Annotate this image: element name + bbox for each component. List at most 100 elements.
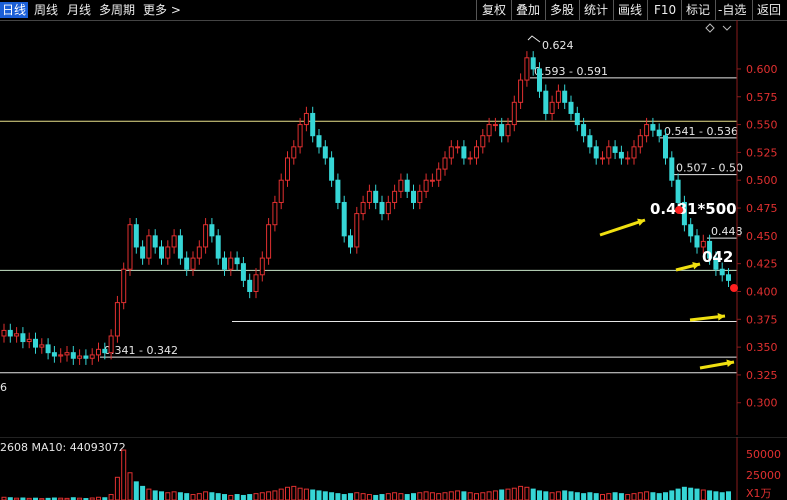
- volume-bar: [492, 490, 498, 500]
- volume-bar: [266, 491, 272, 500]
- diamond-icon[interactable]: [705, 23, 715, 33]
- volume-bar: [133, 481, 139, 500]
- y-tick-label: 0.300: [746, 397, 778, 410]
- candle-body: [14, 333, 20, 337]
- candle-body: [291, 146, 297, 159]
- candle-body: [505, 124, 511, 137]
- candle-body: [89, 354, 95, 359]
- candle-body: [600, 157, 605, 160]
- volume-bar: [114, 476, 120, 500]
- volume-bar: [303, 488, 309, 500]
- max-pointer: [527, 35, 541, 43]
- y-tick-label: 0.325: [746, 369, 778, 382]
- candle-body: [562, 90, 568, 103]
- watchlist-button[interactable]: -自选: [718, 2, 746, 18]
- volume-bar: [385, 493, 391, 500]
- volume-bar: [480, 492, 486, 500]
- candle-body: [366, 190, 372, 203]
- y-tick-label: 0.400: [746, 285, 778, 298]
- volume-bar: [411, 493, 416, 500]
- candle-body: [480, 135, 486, 148]
- daily-tab[interactable]: 日线: [0, 2, 29, 18]
- candle-body: [272, 201, 278, 226]
- arrow-icon: [675, 261, 701, 272]
- weekly-tab[interactable]: 周线: [34, 2, 58, 18]
- multi-period-tab[interactable]: 多周期: [99, 2, 135, 18]
- candle-body: [310, 112, 316, 137]
- candle-body: [297, 124, 303, 148]
- volume-bar: [543, 491, 549, 500]
- candle-body: [121, 268, 127, 304]
- candle-body: [593, 146, 599, 159]
- candle-body: [719, 268, 725, 276]
- volume-bar: [606, 493, 612, 500]
- candle-body: [518, 79, 524, 103]
- volume-tick-label: 25000: [746, 469, 781, 482]
- volume-bar: [272, 490, 278, 500]
- volume-bar: [165, 492, 171, 500]
- level-label: 0.593 - 0.591: [534, 65, 608, 78]
- candle-body: [33, 338, 38, 348]
- candle-body: [285, 157, 290, 181]
- draw-line-button[interactable]: 画线: [618, 2, 642, 18]
- candle-body: [335, 179, 341, 203]
- candlesticks: [1, 35, 731, 365]
- volume-bar: [719, 492, 725, 500]
- candle-body: [234, 257, 240, 265]
- volume-bar: [688, 487, 694, 500]
- mark-button[interactable]: 标记: [686, 2, 710, 18]
- level-label: 0.507 - 0.50: [676, 162, 743, 175]
- volume-bar: [253, 493, 259, 500]
- volume-bar: [140, 485, 146, 500]
- candle-body: [637, 135, 643, 148]
- candle-body: [663, 135, 668, 159]
- stats-button[interactable]: 统计: [584, 2, 608, 18]
- volume-bar: [713, 491, 719, 500]
- multi-stock-button[interactable]: 多股: [550, 2, 574, 18]
- volume-bar: [171, 491, 177, 500]
- f10-button[interactable]: F10: [654, 2, 676, 18]
- volume-bar: [549, 492, 555, 500]
- candle-body: [278, 179, 284, 203]
- candle-body: [392, 190, 398, 203]
- chevron-icon[interactable]: [722, 25, 732, 31]
- candle-body: [461, 146, 467, 159]
- volume-bar: [568, 491, 574, 500]
- volume-bar: [373, 494, 379, 500]
- candle-body: [140, 246, 146, 259]
- candle-body: [146, 235, 152, 259]
- overlay-button[interactable]: 叠加: [516, 2, 540, 18]
- monthly-tab[interactable]: 月线: [67, 2, 91, 18]
- candle-body: [171, 235, 177, 248]
- candle-body: [316, 135, 322, 148]
- y-tick-label: 0.475: [746, 202, 778, 215]
- volume-bar: [209, 492, 215, 500]
- marker-dot: [730, 284, 738, 292]
- candle-body: [423, 179, 429, 192]
- candle-body: [303, 112, 309, 126]
- candle-body: [606, 146, 612, 159]
- volume-bar: [228, 494, 234, 500]
- horizontal-levels: 0.593 - 0.591 0.541 - 0.536 0.507 - 0.50 0.…: [0, 65, 743, 374]
- y-tick-label: 0.550: [746, 119, 778, 132]
- volume-bar: [537, 490, 542, 500]
- volume-bar: [555, 491, 561, 500]
- volume-tick-label: X1万: [746, 487, 772, 500]
- y-tick-label: 0.600: [746, 63, 778, 76]
- adjust-button[interactable]: 复权: [482, 2, 506, 18]
- candle-body: [77, 355, 83, 359]
- candle-body: [177, 235, 183, 259]
- price-chart: 0.593 - 0.5910.541 - 0.5360.507 - 0.500.…: [0, 20, 778, 435]
- volume-bar: [196, 493, 202, 500]
- candle-body: [259, 257, 265, 276]
- candle-body: [96, 348, 101, 356]
- volume-bar: [316, 490, 322, 500]
- volume-bar: [121, 449, 127, 500]
- back-button[interactable]: 返回: [757, 2, 781, 18]
- more-menu[interactable]: 更多 >: [143, 2, 181, 18]
- volume-bar: [700, 489, 706, 500]
- candle-body: [448, 146, 454, 159]
- volume-bar: [455, 490, 461, 500]
- volume-bar: [486, 491, 492, 500]
- left-edge-label: 6: [0, 381, 7, 394]
